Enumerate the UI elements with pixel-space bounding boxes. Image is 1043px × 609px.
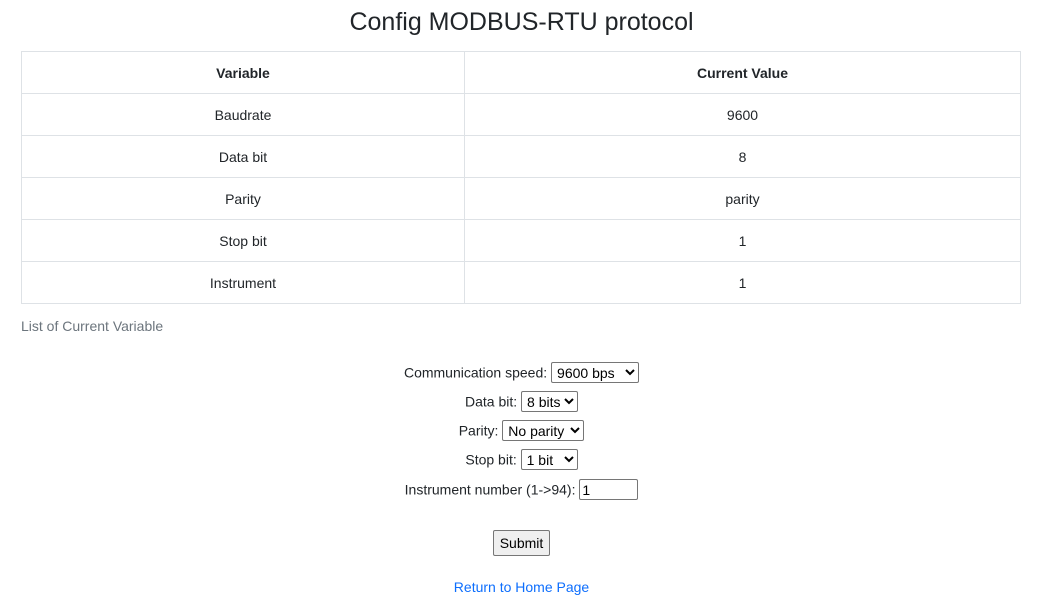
table-row: Baudrate 9600 [21,93,1021,136]
speed-label: Communication speed: [403,364,548,381]
value-cell: 1 [464,261,1021,304]
data-bit-label: Data bit: [464,393,518,410]
table-caption: List of Current Variable [21,318,164,334]
submit-area: Submit [0,530,1043,556]
table-row: Stop bit 1 [21,219,1021,262]
stop-bit-label: Stop bit: [465,451,517,468]
variable-cell: Data bit [21,135,465,178]
variable-cell: Parity [21,177,465,220]
page-title: Config MODBUS-RTU protocol [349,8,694,36]
speed-row: Communication speed: 9600 bps [0,362,1043,383]
value-cell: parity [464,177,1021,220]
data-bit-row: Data bit: 8 bits [0,391,1043,412]
parity-select[interactable]: No parity [502,420,585,441]
instrument-row: Instrument number (1->94): [0,479,1043,500]
stop-bit-row: Stop bit: 1 bit [0,449,1043,470]
instrument-number-input[interactable] [579,479,639,500]
instrument-label: Instrument number (1->94): [404,481,576,498]
table-row: Data bit 8 [21,135,1021,178]
current-variables-table: Variable Current Value Baudrate 9600 Dat… [21,51,1021,304]
stop-bit-select[interactable]: 1 bit [520,449,578,470]
table-header-row: Variable Current Value [21,51,1021,94]
home-link-area: Return to Home Page [0,579,1043,595]
column-header-current-value: Current Value [464,51,1021,94]
parity-row: Parity: No parity [0,420,1043,441]
return-home-link[interactable]: Return to Home Page [454,579,589,595]
value-cell: 1 [464,219,1021,262]
submit-button[interactable]: Submit [492,530,551,556]
value-cell: 8 [464,135,1021,178]
parity-label: Parity: [458,422,499,439]
value-cell: 9600 [464,93,1021,136]
speed-select[interactable]: 9600 bps [551,362,640,383]
table-row: Instrument 1 [21,261,1021,304]
table-row: Parity parity [21,177,1021,220]
data-bit-select[interactable]: 8 bits [521,391,579,412]
column-header-variable: Variable [21,51,465,94]
variable-cell: Stop bit [21,219,465,262]
variable-cell: Instrument [21,261,465,304]
variable-cell: Baudrate [21,93,465,136]
